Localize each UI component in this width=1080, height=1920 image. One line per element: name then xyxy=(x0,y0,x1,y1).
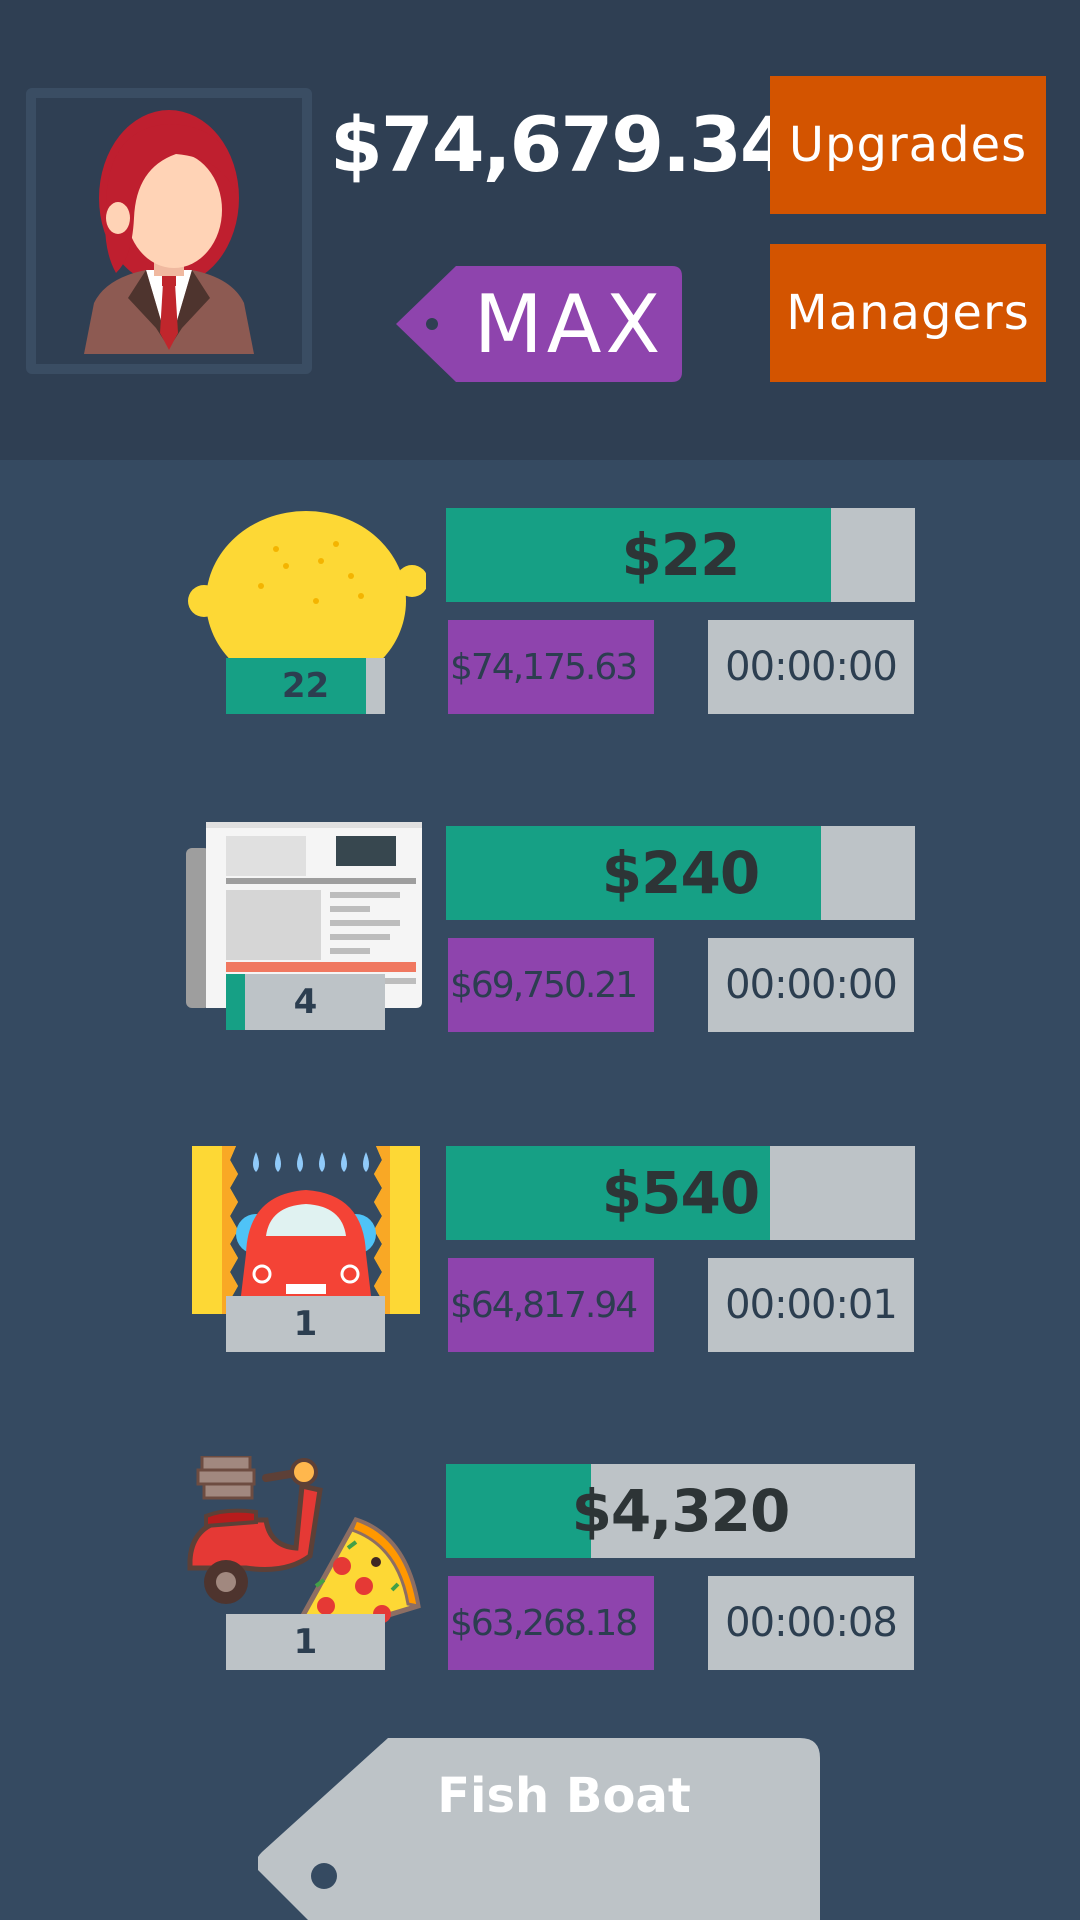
profit-label: $22 xyxy=(621,521,740,589)
buy-button[interactable]: $63,268.18 xyxy=(448,1576,654,1670)
business-row-newspaper: 4 $240 $69,750.21 00:00:00 xyxy=(0,822,1080,1042)
profit-progress-bar[interactable]: $240 xyxy=(446,826,915,920)
businesswoman-avatar-icon xyxy=(84,110,254,354)
buy-button[interactable]: $64,817.94 xyxy=(448,1258,654,1352)
owned-count-label: 1 xyxy=(293,1622,318,1662)
price-tag-icon xyxy=(258,1738,820,1920)
profit-progress-bar[interactable]: $22 xyxy=(446,508,915,602)
buy-multiplier-label: MAX xyxy=(473,277,665,371)
managers-button[interactable]: Managers xyxy=(770,244,1046,382)
owned-count-label: 4 xyxy=(293,982,318,1022)
buy-button[interactable]: $74,175.63 xyxy=(448,620,654,714)
owned-count-label: 1 xyxy=(293,1304,318,1344)
cycle-timer: 00:00:00 xyxy=(708,620,914,714)
owned-count: 1 xyxy=(226,1614,385,1670)
business-row-lemon: 22 $22 $74,175.63 00:00:00 xyxy=(0,506,1080,726)
profit-progress-bar[interactable]: $540 xyxy=(446,1146,915,1240)
owned-count: 22 xyxy=(226,658,385,714)
buy-multiplier-tag[interactable]: MAX xyxy=(396,266,682,382)
upgrades-button[interactable]: Upgrades xyxy=(770,76,1046,214)
next-business-tag[interactable]: Fish Boat xyxy=(258,1738,820,1920)
profit-label: $4,320 xyxy=(571,1477,791,1545)
header: $74,679.34 Upgrades Managers MAX xyxy=(0,0,1080,460)
avatar[interactable] xyxy=(26,88,312,374)
next-business-label: Fish Boat xyxy=(437,1768,691,1824)
owned-count: 1 xyxy=(226,1296,385,1352)
profit-label: $240 xyxy=(601,839,760,907)
buy-button[interactable]: $69,750.21 xyxy=(448,938,654,1032)
cycle-timer: 00:00:08 xyxy=(708,1576,914,1670)
business-row-car-wash: 1 $540 $64,817.94 00:00:01 xyxy=(0,1144,1080,1364)
profit-progress-bar[interactable]: $4,320 xyxy=(446,1464,915,1558)
business-row-pizza: 1 $4,320 $63,268.18 00:00:08 xyxy=(0,1454,1080,1676)
profit-label: $540 xyxy=(601,1159,760,1227)
owned-count: 4 xyxy=(226,974,385,1030)
cycle-timer: 00:00:00 xyxy=(708,938,914,1032)
cash-balance: $74,679.34 xyxy=(330,100,793,189)
cycle-timer: 00:00:01 xyxy=(708,1258,914,1352)
owned-count-label: 22 xyxy=(281,666,330,706)
